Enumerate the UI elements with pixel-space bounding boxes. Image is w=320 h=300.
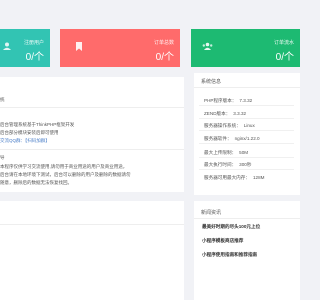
news-item[interactable]: 小程序使用指南和推荐指南: [202, 252, 257, 258]
row-value: Linux: [243, 123, 255, 128]
panel-title: 系统信息: [201, 79, 222, 85]
news-item[interactable]: 最美好时期的尽头100元上位: [202, 224, 260, 230]
news-panel: 新闻资讯 最美好时期的尽头100元上位 小程序模板商店推荐 小程序使用指南和推荐…: [194, 201, 300, 300]
system-row-zend: ZEND版本： 3.3.32: [204, 111, 246, 117]
info-line: 本程序仅供学习交流使用,请勿用于商业用途的用户及商业用途，: [0, 164, 128, 169]
info-line: 随意，删除后的数据无法恢复找回。: [0, 180, 72, 185]
system-row-exec-time: 最大执行时间： 300秒: [204, 162, 251, 168]
stat-label: 订单总数: [153, 40, 174, 46]
bottom-panel: [0, 201, 184, 300]
row-separator: [199, 157, 294, 158]
row-value: nginx/1.22.0: [234, 136, 260, 141]
system-row-php: PHP程序版本： 7.3.32: [204, 98, 252, 104]
row-value: 7.3.32: [239, 98, 253, 103]
row-separator: [199, 169, 294, 170]
row-label: 服务器可用最大内存：: [204, 175, 250, 180]
stat-card-users: 注册用户 0/个: [0, 29, 50, 67]
row-label: 服务器软件：: [204, 136, 232, 141]
bookmark-icon: [76, 42, 82, 51]
row-value: 3.3.32: [233, 111, 247, 116]
system-row-memory: 服务器可用最大内存： 128M: [204, 175, 264, 181]
row-label: 服务器操作系统：: [204, 123, 241, 128]
group-icon: [202, 42, 213, 50]
stat-card-revenue: 订单流水 0/个: [191, 29, 300, 67]
info-line: 后台管理系统基于ThinkPHP框架开发: [0, 122, 75, 127]
divider: [0, 224, 184, 225]
system-row-server: 服务器软件： nginx/1.22.0: [204, 136, 260, 142]
row-value: 50M: [239, 150, 249, 155]
divider: [0, 149, 184, 150]
info-panel: 统 后台管理系统基于ThinkPHP框架开发 后台部分模块安装后即可使用 交流Q…: [0, 77, 184, 192]
stat-value: 0/个: [275, 52, 294, 63]
system-row-upload: 最大上传限制： 50M: [204, 150, 248, 156]
stat-label: 订单流水: [273, 40, 294, 46]
users-icon: [3, 42, 11, 50]
divider: [194, 218, 300, 219]
stat-card-orders: 订单总数 0/个: [60, 29, 180, 67]
stat-label: 注册用户: [23, 40, 44, 46]
news-item[interactable]: 小程序模板商店推荐: [202, 238, 243, 244]
stat-value: 0/个: [25, 52, 44, 63]
row-separator: [199, 118, 294, 119]
row-label: ZEND版本：: [204, 111, 231, 116]
row-label: 最大上传限制：: [204, 150, 237, 155]
info-line: 后台请在本地环境下测试，后台可以删除的用户及删除的数据请勿: [0, 172, 131, 177]
stat-value: 0/个: [155, 52, 174, 63]
row-label: 最大执行时间：: [204, 162, 237, 167]
divider: [194, 87, 300, 88]
row-separator: [199, 130, 294, 131]
qq-group-link[interactable]: 交流QQ群：【扫码加群】: [0, 138, 50, 144]
info-line: 导: [0, 155, 5, 160]
system-row-os: 服务器操作系统： Linux: [204, 123, 255, 129]
panel-title: 新闻资讯: [201, 210, 222, 216]
row-value: 300秒: [239, 162, 252, 167]
row-separator: [199, 105, 294, 106]
row-value: 128M: [252, 175, 265, 180]
info-line: 后台部分模块安装后即可使用: [0, 130, 59, 135]
row-separator: [199, 143, 294, 144]
system-info-panel: 系统信息 PHP程序版本： 7.3.32 ZEND版本： 3.3.32 服务器操作系…: [194, 73, 300, 195]
row-label: PHP程序版本：: [204, 98, 237, 103]
divider: [0, 107, 184, 108]
info-line: 统: [0, 97, 5, 102]
